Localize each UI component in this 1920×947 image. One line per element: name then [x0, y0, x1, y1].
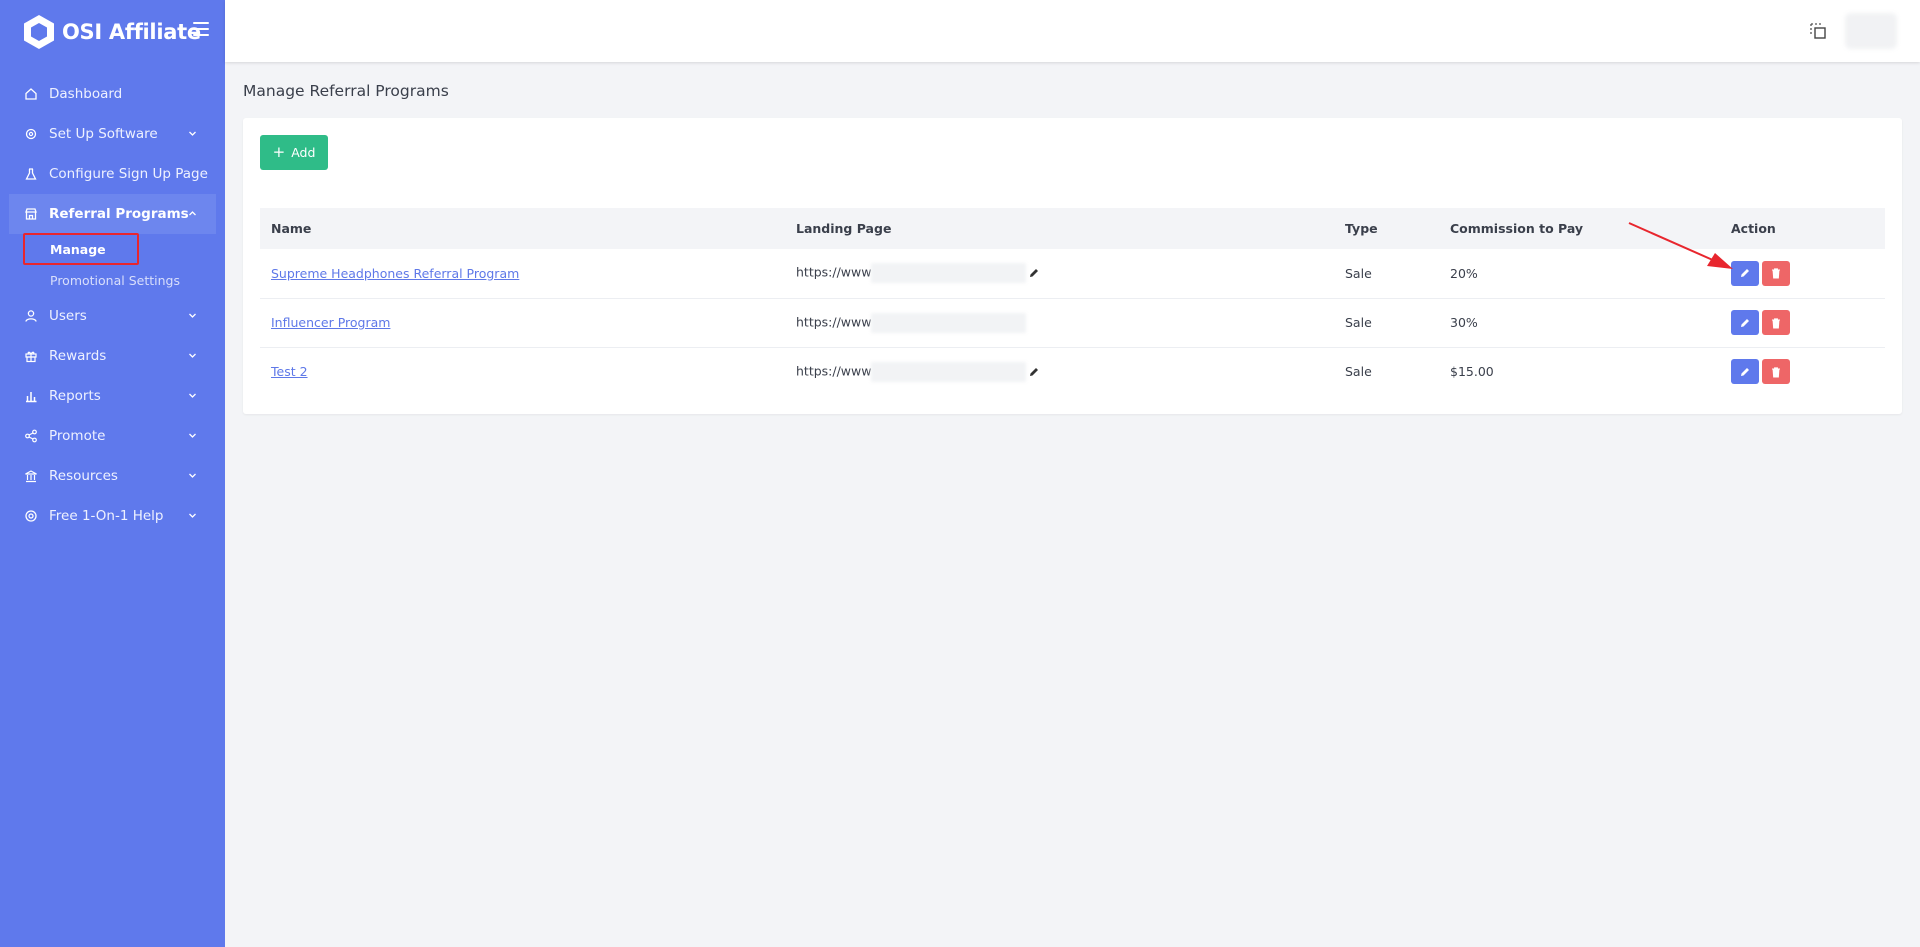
- top-bar: [225, 0, 1920, 62]
- share-icon: [24, 429, 38, 443]
- pencil-icon[interactable]: [1028, 267, 1040, 279]
- delete-button[interactable]: [1762, 359, 1790, 385]
- trash-icon: [1772, 268, 1780, 279]
- sidebar-item-rewards[interactable]: Rewards: [0, 336, 225, 376]
- plus-icon: +: [272, 143, 286, 161]
- pencil-icon: [1741, 269, 1749, 278]
- sidebar-item-dashboard[interactable]: Dashboard: [0, 74, 225, 114]
- type-cell: Sale: [1345, 364, 1372, 380]
- landing-page-url: https://www: [796, 314, 872, 329]
- user-avatar[interactable]: [1845, 13, 1897, 49]
- brand-name: OSI Affiliate: [62, 20, 201, 44]
- sidebar-item-referral-programs[interactable]: Referral Programs: [9, 194, 216, 234]
- pencil-icon: [1741, 318, 1749, 327]
- commission-cell: 20%: [1450, 265, 1478, 281]
- lifebuoy-icon: [24, 509, 38, 523]
- chevron-down-icon: [189, 131, 196, 136]
- programs-card: + Add Name Landing Page Type Commission …: [243, 118, 1902, 414]
- program-name-link[interactable]: Supreme Headphones Referral Program: [271, 266, 519, 281]
- brand[interactable]: OSI Affiliate: [0, 0, 225, 64]
- sidebar-nav: Dashboard Set Up Software Configure Sign…: [0, 74, 225, 536]
- sidebar-item-promote[interactable]: Promote: [0, 416, 225, 456]
- sidebar-item-label: Referral Programs: [49, 206, 189, 222]
- edit-button[interactable]: [1731, 359, 1759, 385]
- sidebar-subitem-manage[interactable]: Manage: [0, 234, 225, 265]
- page-title: Manage Referral Programs: [243, 82, 449, 100]
- type-cell: Sale: [1345, 315, 1372, 330]
- bank-icon: [24, 469, 38, 483]
- sidebar-item-set-up-software[interactable]: Set Up Software: [0, 114, 225, 154]
- delete-button[interactable]: [1762, 260, 1790, 286]
- programs-table: Name Landing Page Type Commission to Pay…: [260, 208, 1885, 396]
- sidebar-item-label: Promote: [49, 428, 106, 444]
- gift-icon: [24, 349, 38, 363]
- chevron-down-icon: [189, 313, 196, 318]
- trash-icon: [1772, 367, 1780, 378]
- commission-cell: 30%: [1450, 315, 1478, 330]
- home-icon: [24, 87, 38, 101]
- sidebar: OSI Affiliate Dashboard Set Up Software …: [0, 0, 225, 947]
- logo-icon: [24, 15, 54, 49]
- column-header-type: Type: [1345, 221, 1378, 236]
- sidebar-item-label: Resources: [49, 468, 118, 484]
- chevron-down-icon: [189, 353, 196, 358]
- sidebar-submenu: Manage Promotional Settings: [0, 234, 225, 296]
- table-row: Test 2 https://www Sale $15.00: [260, 347, 1885, 396]
- table-header-row: Name Landing Page Type Commission to Pay…: [260, 208, 1885, 249]
- sidebar-item-label: Configure Sign Up Page: [49, 166, 208, 182]
- commission-cell: $15.00: [1450, 364, 1494, 380]
- column-header-landing-page: Landing Page: [796, 221, 892, 236]
- type-cell: Sale: [1345, 265, 1372, 281]
- trash-icon: [1772, 317, 1780, 328]
- edit-button[interactable]: [1731, 310, 1759, 335]
- sidebar-item-label: Rewards: [49, 348, 107, 364]
- chevron-up-icon: [189, 211, 196, 216]
- table-row: Influencer Program https://www Sale 30%: [260, 298, 1885, 347]
- delete-button[interactable]: [1762, 310, 1790, 335]
- program-name-link[interactable]: Influencer Program: [271, 315, 390, 330]
- sidebar-item-resources[interactable]: Resources: [0, 456, 225, 496]
- landing-page-cell: https://www: [796, 312, 1027, 333]
- sidebar-item-label: Users: [49, 308, 87, 324]
- add-button-label: Add: [291, 145, 316, 160]
- store-icon: [24, 207, 38, 221]
- sidebar-item-label: Dashboard: [49, 86, 123, 102]
- pencil-icon[interactable]: [1028, 366, 1040, 378]
- sidebar-item-label: Free 1-On-1 Help: [49, 508, 164, 524]
- pencil-icon: [1741, 367, 1749, 376]
- sidebar-subitem-promotional-settings[interactable]: Promotional Settings: [0, 265, 225, 296]
- redacted-text: [871, 312, 1027, 333]
- add-button[interactable]: + Add: [260, 135, 328, 170]
- sidebar-item-label: Set Up Software: [49, 126, 158, 142]
- landing-page-url: https://www: [796, 264, 872, 280]
- redacted-text: [871, 263, 1027, 284]
- sidebar-item-reports[interactable]: Reports: [0, 376, 225, 416]
- bar-chart-icon: [24, 389, 38, 403]
- gear-icon: [24, 127, 38, 141]
- edit-button[interactable]: [1731, 260, 1759, 286]
- column-header-commission: Commission to Pay: [1450, 221, 1584, 236]
- redacted-text: [871, 361, 1027, 382]
- chevron-down-icon: [189, 513, 196, 518]
- flask-icon: [24, 167, 38, 181]
- column-header-name: Name: [271, 221, 312, 236]
- sidebar-item-label: Reports: [49, 388, 101, 404]
- program-name-link[interactable]: Test 2: [271, 364, 308, 379]
- screen-select-icon[interactable]: [1810, 23, 1826, 39]
- chevron-down-icon: [189, 393, 196, 398]
- table-row: Supreme Headphones Referral Program http…: [260, 249, 1885, 298]
- chevron-down-icon: [189, 433, 196, 438]
- chevron-down-icon: [189, 473, 196, 478]
- sidebar-item-free-help[interactable]: Free 1-On-1 Help: [0, 496, 225, 536]
- sidebar-item-configure-sign-up-page[interactable]: Configure Sign Up Page: [0, 154, 225, 194]
- column-header-action: Action: [1731, 221, 1776, 236]
- landing-page-cell: https://www: [796, 263, 1040, 284]
- hamburger-menu-icon[interactable]: [193, 22, 209, 36]
- landing-page-url: https://www: [796, 363, 872, 379]
- landing-page-cell: https://www: [796, 361, 1040, 382]
- sidebar-item-users[interactable]: Users: [0, 296, 225, 336]
- user-icon: [24, 309, 38, 323]
